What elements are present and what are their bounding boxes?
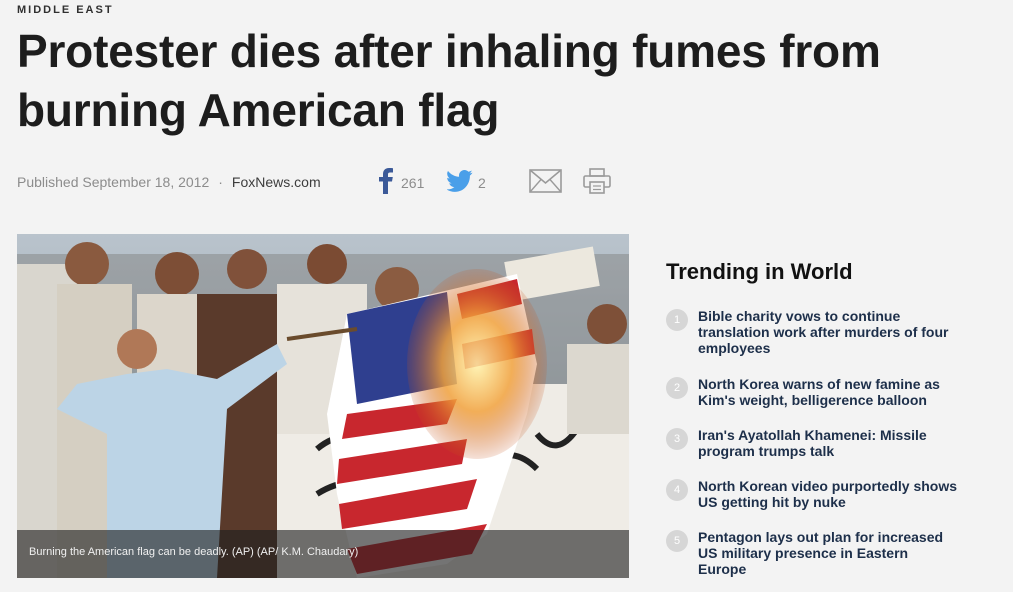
trending-rank: 2 (666, 377, 688, 399)
trending-rank: 5 (666, 530, 688, 552)
trending-panel: Trending in World 1 Bible charity vows t… (666, 258, 976, 577)
article-page: MIDDLE EAST Protester dies after inhalin… (0, 0, 1013, 592)
twitter-share-button[interactable]: 2 (446, 168, 486, 198)
facebook-share-count: 261 (401, 175, 425, 191)
trending-link[interactable]: Bible charity vows to continue translati… (698, 308, 960, 356)
trending-rank: 4 (666, 479, 688, 501)
trending-link[interactable]: Iran's Ayatollah Khamenei: Missile progr… (698, 427, 960, 459)
trending-item[interactable]: 4 North Korean video purportedly shows U… (666, 478, 966, 510)
section-label[interactable]: MIDDLE EAST (17, 4, 114, 16)
meta-separator: · (218, 174, 223, 190)
twitter-share-count: 2 (478, 175, 486, 191)
article-source[interactable]: FoxNews.com (232, 174, 321, 190)
trending-item[interactable]: 3 Iran's Ayatollah Khamenei: Missile pro… (666, 427, 966, 459)
article-headline: Protester dies after inhaling fumes from… (17, 25, 881, 136)
trending-item[interactable]: 1 Bible charity vows to continue transla… (666, 308, 966, 356)
article-meta: Published September 18, 2012 · FoxNews.c… (17, 174, 321, 190)
trending-link[interactable]: Pentagon lays out plan for increased US … (698, 529, 960, 577)
trending-rank: 3 (666, 428, 688, 450)
email-icon (529, 168, 562, 198)
twitter-icon (446, 169, 473, 197)
email-share-button[interactable] (529, 168, 562, 198)
trending-link[interactable]: North Korea warns of new famine as Kim's… (698, 376, 960, 408)
facebook-share-button[interactable]: 261 (376, 167, 425, 199)
caption-bar: Burning the American flag can be deadly.… (17, 530, 629, 578)
trending-item[interactable]: 2 North Korea warns of new famine as Kim… (666, 376, 966, 408)
print-icon (583, 167, 611, 199)
trending-rank: 1 (666, 309, 688, 331)
protest-photo-illustration (17, 234, 629, 578)
trending-item[interactable]: 5 Pentagon lays out plan for increased U… (666, 529, 966, 577)
photo-caption: Burning the American flag can be deadly.… (29, 546, 359, 558)
article-photo[interactable]: Burning the American flag can be deadly.… (17, 234, 629, 578)
print-button[interactable] (583, 167, 611, 199)
facebook-icon (376, 167, 396, 199)
trending-title: Trending in World (666, 259, 853, 284)
publish-date: Published September 18, 2012 (17, 174, 210, 190)
trending-link[interactable]: North Korean video purportedly shows US … (698, 478, 960, 510)
